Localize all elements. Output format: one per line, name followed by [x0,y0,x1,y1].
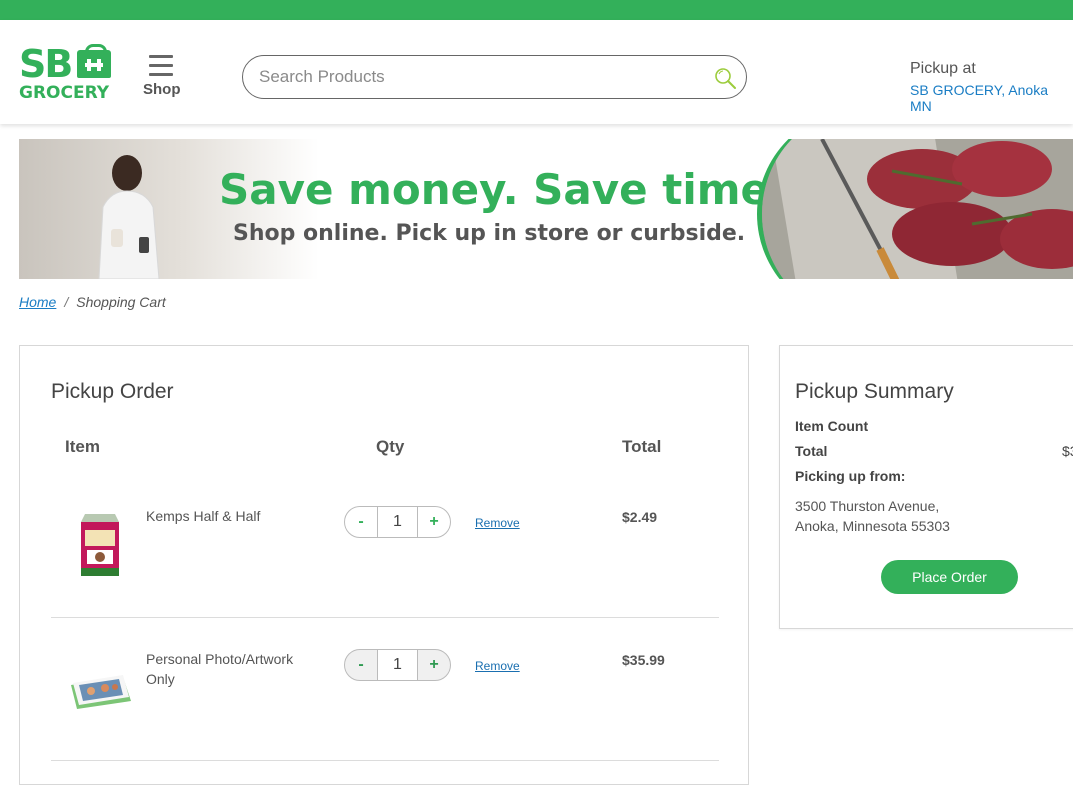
breadcrumb-current: Shopping Cart [76,294,166,310]
promo-banner[interactable]: Save money. Save time. Shop online. Pick… [19,139,1073,279]
logo-text-grocery: GROCERY [19,83,110,103]
grocery-bag-icon [77,44,111,78]
place-order-button[interactable]: Place Order [881,560,1018,594]
decrease-qty-button[interactable]: - [344,506,378,538]
search-icon[interactable] [712,65,738,91]
total-value: $3 [1062,443,1073,459]
cart-item-row: Personal Photo/Artwork Only - 1 + Remove… [51,619,719,761]
picking-up-from-label: Picking up from: [795,468,906,484]
pickup-label: Pickup at [910,60,976,77]
site-header: SB GROCERY Shop Pickup at SB GROCERY, An… [0,20,1073,124]
half-and-half-carton-image [81,514,119,576]
address-line-1: 3500 Thurston Avenue, [795,498,940,514]
total-label: Total [795,443,828,459]
cart-item-row: Kemps Half & Half - 1 + Remove $2.49 [51,476,719,618]
search-bar [242,55,747,99]
site-logo[interactable]: SB GROCERY [19,44,114,104]
quantity-stepper: - 1 + [344,649,454,681]
column-header-item: Item [65,437,100,456]
increase-qty-button[interactable]: + [417,649,451,681]
banner-headline: Save money. Save time. [219,165,785,214]
item-count-label: Item Count [795,418,869,434]
pickup-summary-panel: Pickup Summary Item Count Total $3 Picki… [779,345,1073,629]
pickup-store-link[interactable]: SB GROCERY, Anoka MN [910,82,1073,114]
increase-qty-button[interactable]: + [417,506,451,538]
shop-menu-label: Shop [143,81,181,98]
remove-item-link[interactable]: Remove [475,516,520,530]
steaks-illustration [762,139,1073,279]
pickup-location: Pickup at SB GROCERY, Anoka MN [910,60,1073,114]
hamburger-icon [149,55,173,76]
pickup-order-panel: Pickup Order Item Qty Total Kemps Half &… [19,345,749,785]
column-header-total: Total [622,437,662,456]
pickup-order-title: Pickup Order [51,380,174,403]
quantity-stepper: - 1 + [344,506,454,538]
remove-item-link[interactable]: Remove [475,659,520,673]
product-name[interactable]: Personal Photo/Artwork Only [146,649,316,689]
logo-text-sb: SB [19,42,73,86]
quantity-value[interactable]: 1 [377,506,418,538]
banner-subline: Shop online. Pick up in store or curbsid… [233,221,746,246]
item-total: $35.99 [622,652,665,668]
search-input[interactable] [259,56,699,98]
photo-cake-image [71,675,131,709]
column-header-qty: Qty [376,437,405,456]
pickup-summary-title: Pickup Summary [795,380,954,403]
quantity-value[interactable]: 1 [377,649,418,681]
shopper-illustration [98,155,160,279]
breadcrumb-separator: / [64,294,69,310]
shop-menu-button[interactable]: Shop [143,55,181,98]
top-accent-bar [0,0,1073,20]
product-name[interactable]: Kemps Half & Half [146,506,316,526]
pickup-address: 3500 Thurston Avenue, Anoka, Minnesota 5… [795,496,950,536]
breadcrumb: Home / Shopping Cart [19,294,166,310]
address-line-2: Anoka, Minnesota 55303 [795,518,950,534]
banner-photo-steaks [757,139,1073,279]
breadcrumb-home-link[interactable]: Home [19,294,56,310]
item-total: $2.49 [622,509,658,525]
decrease-qty-button[interactable]: - [344,649,378,681]
